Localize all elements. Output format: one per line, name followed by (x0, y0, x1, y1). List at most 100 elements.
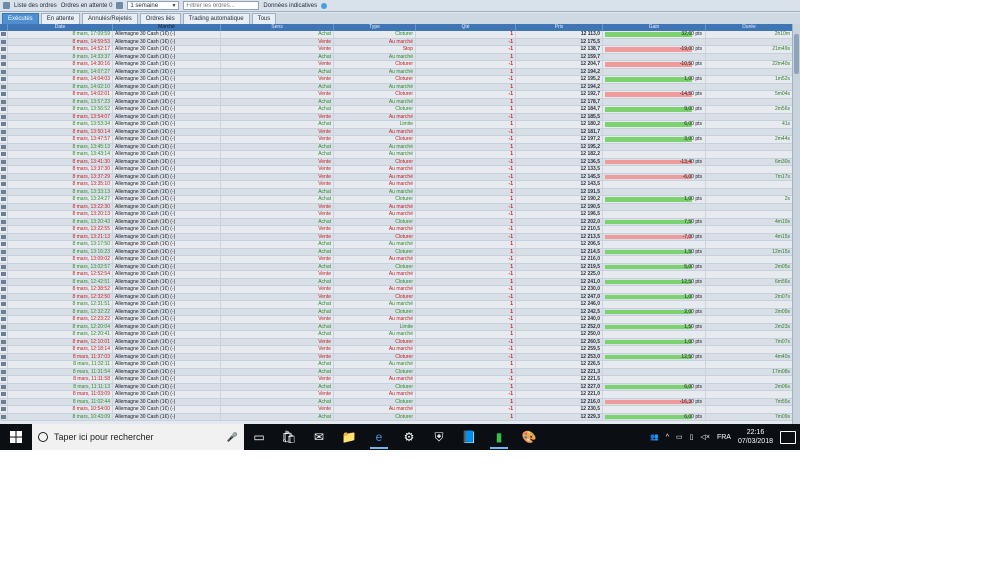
row-detail-icon[interactable] (0, 91, 8, 98)
app-icon[interactable]: 📘 (454, 424, 484, 450)
row-detail-icon[interactable] (0, 151, 8, 158)
tab-0[interactable]: Exécutés (2, 13, 39, 24)
tab-1[interactable]: En attente (40, 13, 81, 24)
row-detail-icon[interactable] (0, 248, 8, 255)
row-detail-icon[interactable] (0, 226, 8, 233)
row-detail-icon[interactable] (0, 38, 8, 45)
row-detail-icon[interactable] (0, 331, 8, 338)
table-row[interactable]: 8 mars, 13:45:13 Allemagne 30 Cash (1€) (… (0, 143, 792, 151)
table-row[interactable]: 8 mars, 13:50:14 Allemagne 30 Cash (1€) (… (0, 128, 792, 136)
row-detail-icon[interactable] (0, 323, 8, 330)
table-row[interactable]: 8 mars, 12:42:51 Allemagne 30 Cash (1€) (… (0, 278, 792, 286)
row-detail-icon[interactable] (0, 338, 8, 345)
row-detail-icon[interactable] (0, 308, 8, 315)
orders-list-label[interactable]: Liste des ordres (14, 3, 57, 9)
info-icon[interactable] (321, 2, 328, 9)
table-row[interactable]: 8 mars, 13:35:10 Allemagne 30 Cash (1€) (… (0, 181, 792, 189)
table-row[interactable]: 8 mars, 13:37:30 Allemagne 30 Cash (1€) (… (0, 166, 792, 174)
table-row[interactable]: 8 mars, 12:32:50 Allemagne 30 Cash (1€) (… (0, 293, 792, 301)
tab-4[interactable]: Trading automatique (182, 13, 250, 24)
table-row[interactable]: 8 mars, 13:16:23 Allemagne 30 Cash (1€) (… (0, 248, 792, 256)
settings-icon[interactable]: ⚙ (394, 424, 424, 450)
taskbar-search[interactable]: Taper ici pour rechercher 🎤 (32, 424, 244, 450)
col-header-market[interactable]: Marché (113, 24, 221, 31)
row-detail-icon[interactable] (0, 398, 8, 405)
row-detail-icon[interactable] (0, 211, 8, 218)
file-explorer-icon[interactable]: 📁 (334, 424, 364, 450)
table-row[interactable]: 8 mars, 13:09:02 Allemagne 30 Cash (1€) (… (0, 256, 792, 264)
table-row[interactable]: 8 mars, 10:43:09 Allemagne 30 Cash (1€) (… (0, 413, 792, 421)
row-detail-icon[interactable] (0, 406, 8, 413)
table-row[interactable]: 8 mars, 13:22:30 Allemagne 30 Cash (1€) (… (0, 203, 792, 211)
notification-icon[interactable] (780, 430, 796, 444)
row-detail-icon[interactable] (0, 286, 8, 293)
row-detail-icon[interactable] (0, 271, 8, 278)
language-indicator[interactable]: FRA (717, 434, 731, 441)
table-row[interactable]: 8 mars, 14:59:53 Allemagne 30 Cash (1€) (… (0, 38, 792, 46)
table-row[interactable]: 8 mars, 11:11:58 Allemagne 30 Cash (1€) (… (0, 376, 792, 384)
table-row[interactable]: 8 mars, 14:33:37 Allemagne 30 Cash (1€) (… (0, 53, 792, 61)
row-detail-icon[interactable] (0, 188, 8, 195)
table-row[interactable]: 8 mars, 14:02:01 Allemagne 30 Cash (1€) (… (0, 91, 792, 99)
table-row[interactable]: 8 mars, 11:37:03 Allemagne 30 Cash (1€) (… (0, 353, 792, 361)
table-row[interactable]: 8 mars, 12:52:54 Allemagne 30 Cash (1€) (… (0, 271, 792, 279)
table-row[interactable]: 8 mars, 12:38:52 Allemagne 30 Cash (1€) (… (0, 286, 792, 294)
row-detail-icon[interactable] (0, 233, 8, 240)
monitor-icon[interactable]: ▯ (690, 433, 694, 441)
table-row[interactable]: 8 mars, 13:41:30 Allemagne 30 Cash (1€) (… (0, 158, 792, 166)
table-row[interactable]: 8 mars, 14:52:17 Allemagne 30 Cash (1€) (… (0, 46, 792, 54)
table-row[interactable]: 8 mars, 12:32:22 Allemagne 30 Cash (1€) (… (0, 308, 792, 316)
table-row[interactable]: 8 mars, 14:30:16 Allemagne 30 Cash (1€) (… (0, 61, 792, 69)
table-row[interactable]: 8 mars, 13:33:13 Allemagne 30 Cash (1€) (… (0, 188, 792, 196)
table-row[interactable]: 8 mars, 12:20:41 Allemagne 30 Cash (1€) (… (0, 331, 792, 339)
mail-icon[interactable]: ✉ (304, 424, 334, 450)
row-detail-icon[interactable] (0, 173, 8, 180)
table-row[interactable]: 8 mars, 13:21:13 Allemagne 30 Cash (1€) (… (0, 233, 792, 241)
volume-icon[interactable]: ◁× (700, 433, 709, 441)
chevron-up-icon[interactable]: ^ (666, 434, 669, 441)
table-row[interactable]: 8 mars, 12:31:51 Allemagne 30 Cash (1€) (… (0, 301, 792, 309)
row-detail-icon[interactable] (0, 218, 8, 225)
row-detail-icon[interactable] (0, 263, 8, 270)
col-header-duration[interactable]: Durée (706, 24, 792, 31)
pending-orders-label[interactable]: Ordres en attente 0 (61, 3, 113, 9)
tab-2[interactable]: Annulés/Rejetés (82, 13, 138, 24)
row-detail-icon[interactable] (0, 293, 8, 300)
table-row[interactable]: 8 mars, 13:53:34 Allemagne 30 Cash (1€) (… (0, 121, 792, 129)
row-detail-icon[interactable] (0, 166, 8, 173)
table-row[interactable]: 8 mars, 13:22:55 Allemagne 30 Cash (1€) (… (0, 226, 792, 234)
table-row[interactable]: 8 mars, 13:37:29 Allemagne 30 Cash (1€) (… (0, 173, 792, 181)
row-detail-icon[interactable] (0, 241, 8, 248)
table-row[interactable]: 8 mars, 11:32:11 Allemagne 30 Cash (1€) (… (0, 361, 792, 369)
table-row[interactable]: 8 mars, 13:17:50 Allemagne 30 Cash (1€) (… (0, 241, 792, 249)
table-row[interactable]: 8 mars, 12:20:04 Allemagne 30 Cash (1€) (… (0, 323, 792, 331)
row-detail-icon[interactable] (0, 376, 8, 383)
task-view-icon[interactable]: ▭ (244, 424, 274, 450)
row-detail-icon[interactable] (0, 181, 8, 188)
row-detail-icon[interactable] (0, 413, 8, 420)
row-detail-icon[interactable] (0, 203, 8, 210)
table-row[interactable]: 8 mars, 13:56:52 Allemagne 30 Cash (1€) (… (0, 106, 792, 114)
table-row[interactable]: 8 mars, 11:02:44 Allemagne 30 Cash (1€) (… (0, 398, 792, 406)
table-row[interactable]: 8 mars, 14:04:03 Allemagne 30 Cash (1€) (… (0, 76, 792, 84)
people-icon[interactable]: 👥 (650, 433, 659, 441)
table-row[interactable]: 8 mars, 12:23:22 Allemagne 30 Cash (1€) (… (0, 316, 792, 324)
row-detail-icon[interactable] (0, 196, 8, 203)
table-row[interactable]: 8 mars, 14:07:27 Allemagne 30 Cash (1€) (… (0, 68, 792, 76)
row-detail-icon[interactable] (0, 106, 8, 113)
row-detail-icon[interactable] (0, 256, 8, 263)
table-row[interactable]: 8 mars, 14:02:10 Allemagne 30 Cash (1€) (… (0, 83, 792, 91)
col-header-type[interactable]: Type (334, 24, 416, 31)
col-header-price[interactable]: Prix (516, 24, 603, 31)
trading-app-icon[interactable]: ▮ (484, 424, 514, 450)
row-detail-icon[interactable] (0, 61, 8, 68)
table-row[interactable]: 8 mars, 12:18:14 Allemagne 30 Cash (1€) (… (0, 346, 792, 354)
table-row[interactable]: 8 mars, 17:09:59 Allemagne 30 Cash (1€) (… (0, 31, 792, 39)
col-header-side[interactable]: Sens (221, 24, 334, 31)
row-detail-icon[interactable] (0, 143, 8, 150)
tab-3[interactable]: Ordres liés (139, 13, 181, 24)
microphone-icon[interactable]: 🎤 (227, 432, 238, 443)
table-row[interactable]: 8 mars, 13:43:14 Allemagne 30 Cash (1€) (… (0, 151, 792, 159)
network-icon[interactable]: ▭ (676, 433, 683, 441)
store-icon[interactable]: 🛍 (274, 424, 304, 450)
